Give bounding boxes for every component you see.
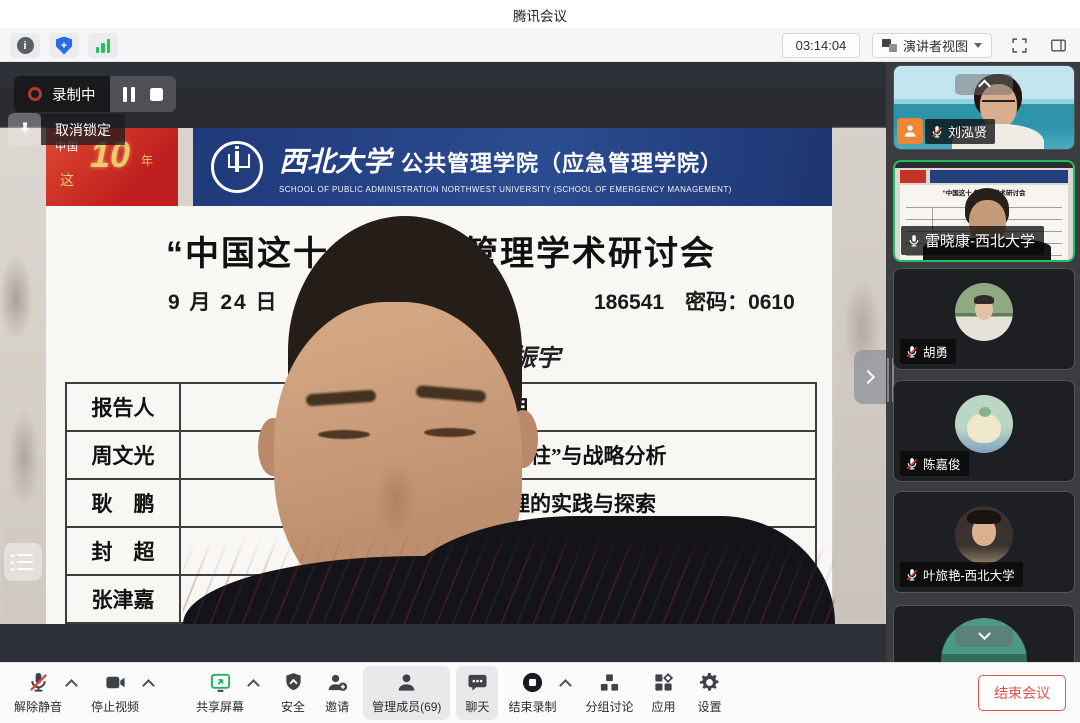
unmute-button[interactable]: 解除静音 bbox=[14, 666, 62, 720]
layout-icon bbox=[882, 39, 897, 52]
participant-name-tag: 叶旅艳-西北大学 bbox=[900, 562, 1023, 587]
gear-icon bbox=[698, 671, 721, 694]
panel-icon bbox=[1050, 37, 1067, 54]
share-screen-button[interactable]: 共享屏幕 bbox=[196, 666, 244, 720]
camera-icon bbox=[104, 671, 127, 694]
view-mode-button[interactable]: 演讲者视图 bbox=[872, 33, 992, 58]
mic-muted-icon bbox=[905, 568, 919, 582]
meeting-info-button[interactable]: i bbox=[10, 33, 40, 58]
recording-dot-icon bbox=[28, 87, 42, 101]
collapse-tiles-button[interactable] bbox=[955, 74, 1013, 95]
security-button[interactable]: 安全 bbox=[281, 666, 305, 720]
fullscreen-icon bbox=[1011, 37, 1028, 54]
collapse-sidebar-tab[interactable] bbox=[854, 350, 886, 404]
avatar bbox=[955, 283, 1013, 341]
host-badge bbox=[897, 118, 923, 144]
chevron-up-icon bbox=[978, 80, 991, 93]
pin-control: 取消锁定 bbox=[8, 113, 125, 146]
stop-recording-button[interactable] bbox=[150, 88, 163, 101]
avatar bbox=[955, 506, 1013, 564]
mic-muted-icon bbox=[905, 457, 919, 471]
participant-tile[interactable]: 胡勇 bbox=[893, 268, 1075, 370]
view-mode-label: 演讲者视图 bbox=[903, 36, 968, 55]
chat-bubble-icon bbox=[466, 671, 489, 694]
chat-button[interactable]: 聊天 bbox=[456, 666, 498, 720]
slide-date: 9 月 24 日 bbox=[168, 286, 279, 316]
participant-tile[interactable]: 刘泓贤 bbox=[893, 65, 1075, 150]
unpin-label: 取消锁定 bbox=[41, 114, 125, 145]
shield-plus-icon: + bbox=[56, 37, 72, 55]
recording-label: 录制中 bbox=[52, 84, 96, 105]
main-stage: 中国 10 这 年 西北大学 公共管理学院（应急管理学院） SCHOOL OF … bbox=[0, 62, 886, 662]
end-recording-button[interactable]: 结束录制 bbox=[508, 666, 556, 720]
meeting-timer: 03:14:04 bbox=[782, 33, 860, 58]
chevron-down-icon bbox=[974, 43, 982, 48]
participant-name-tag: 刘泓贤 bbox=[925, 119, 995, 144]
window-titlebar: 腾讯会议 bbox=[0, 0, 1080, 30]
recording-indicator: 录制中 bbox=[14, 76, 176, 112]
video-options-chevron[interactable] bbox=[142, 679, 155, 692]
toggle-sidebar-button[interactable] bbox=[1046, 34, 1070, 58]
invite-button[interactable]: 邀请 bbox=[325, 666, 349, 720]
share-options-chevron[interactable] bbox=[247, 679, 260, 692]
pause-recording-button[interactable] bbox=[123, 87, 135, 102]
stop-video-button[interactable]: 停止视频 bbox=[91, 666, 139, 720]
end-meeting-button[interactable]: 结束会议 bbox=[978, 675, 1066, 711]
participant-tile[interactable] bbox=[893, 605, 1075, 662]
person-icon bbox=[902, 123, 918, 139]
signal-bars-icon bbox=[96, 39, 111, 53]
presenter-sweater-stripes bbox=[183, 528, 835, 624]
participant-name-tag: 雷晓康-西北大学 bbox=[901, 226, 1044, 255]
school-name-en: SCHOOL OF PUBLIC ADMINISTRATION NORTHWES… bbox=[279, 185, 732, 194]
breakout-blocks-icon bbox=[598, 671, 621, 694]
stop-record-icon bbox=[521, 671, 544, 694]
university-banner: 西北大学 公共管理学院（应急管理学院） SCHOOL OF PUBLIC ADM… bbox=[193, 128, 832, 206]
fullscreen-button[interactable] bbox=[1007, 34, 1031, 58]
record-options-chevron[interactable] bbox=[560, 679, 573, 692]
slide-meeting-id: 186541 密码：0610 bbox=[594, 286, 795, 316]
share-screen-icon bbox=[209, 671, 232, 694]
info-icon: i bbox=[17, 37, 34, 54]
mic-muted-icon bbox=[930, 125, 944, 139]
breakout-rooms-button[interactable]: 分组讨论 bbox=[585, 666, 633, 720]
apps-button[interactable]: 应用 bbox=[651, 666, 675, 720]
settings-button[interactable]: 设置 bbox=[697, 666, 721, 720]
list-icon bbox=[11, 554, 42, 557]
chevron-down-icon bbox=[978, 627, 991, 640]
shield-icon bbox=[282, 671, 305, 694]
chevron-right-icon bbox=[861, 370, 875, 384]
participant-tile[interactable]: 叶旅艳-西北大学 bbox=[893, 491, 1075, 593]
top-toolbar: i + 03:14:04 演讲者视图 bbox=[0, 30, 1080, 62]
mic-muted-icon bbox=[905, 345, 919, 359]
window-title: 腾讯会议 bbox=[513, 5, 567, 25]
mic-muted-icon bbox=[27, 671, 50, 694]
scroll-more-participants-button[interactable] bbox=[955, 626, 1013, 647]
participant-name-tag: 陈嘉俊 bbox=[900, 451, 969, 476]
mute-options-chevron[interactable] bbox=[65, 679, 78, 692]
agenda-list-button[interactable] bbox=[4, 543, 42, 581]
participant-tile[interactable]: 陈嘉俊 bbox=[893, 380, 1075, 482]
pin-icon bbox=[16, 121, 34, 139]
unpin-button[interactable] bbox=[8, 113, 41, 146]
school-name: 公共管理学院（应急管理学院） bbox=[401, 146, 723, 178]
apps-grid-icon bbox=[652, 671, 675, 694]
university-name: 西北大学 bbox=[279, 140, 391, 180]
speaker-video: 中国 10 这 年 西北大学 公共管理学院（应急管理学院） SCHOOL OF … bbox=[0, 88, 886, 624]
participant-tile-active-speaker[interactable]: “中国这十 急管理学术研讨会 雷晓康-西北大学 bbox=[893, 160, 1075, 262]
participant-name-tag: 胡勇 bbox=[900, 339, 956, 364]
bottom-toolbar: 解除静音 停止视频 共享屏幕 安全 邀请 管理成员(69) bbox=[0, 662, 1080, 723]
network-status-button[interactable] bbox=[88, 33, 118, 58]
avatar bbox=[955, 395, 1013, 453]
participants-sidebar: 刘泓贤 “中国这十 急管理学术研讨会 雷晓康-西北大学 bbox=[886, 62, 1080, 662]
university-seal-icon bbox=[211, 141, 263, 193]
security-shield-button[interactable]: + bbox=[49, 33, 79, 58]
person-icon bbox=[395, 671, 418, 694]
tencent-meeting-window: 腾讯会议 i + 03:14:04 演讲者视图 bbox=[0, 0, 1080, 723]
invite-person-icon bbox=[326, 671, 349, 694]
mic-active-icon bbox=[907, 234, 921, 248]
manage-members-button[interactable]: 管理成员(69) bbox=[363, 666, 450, 720]
